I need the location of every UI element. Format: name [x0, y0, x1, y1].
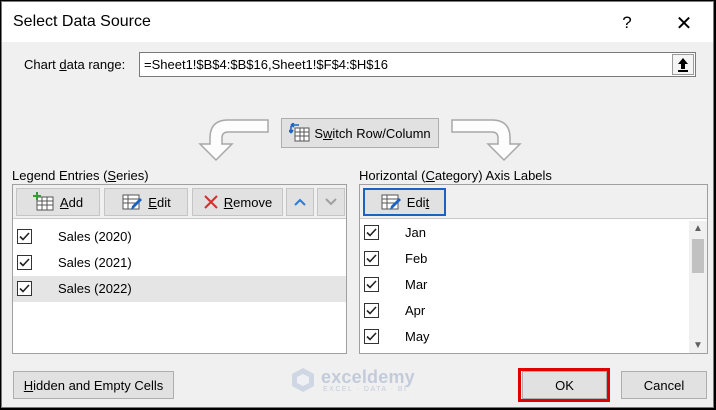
- add-table-icon: [32, 192, 54, 211]
- hidden-empty-cells-button[interactable]: Hidden and Empty Cells: [13, 371, 174, 399]
- list-item-label: Feb: [405, 251, 428, 266]
- remove-series-button[interactable]: Remove: [192, 188, 283, 216]
- move-down-button[interactable]: [317, 188, 345, 216]
- checkmark-icon: [366, 306, 377, 315]
- checkmark-icon: [366, 332, 377, 341]
- switch-row-column-label: Switch Row/Column: [314, 125, 431, 141]
- curved-right-arrow-icon: [451, 119, 522, 162]
- row-checkbox[interactable]: [364, 277, 379, 292]
- checkmark-icon: [19, 232, 30, 241]
- edit-axis-label: Edit: [406, 194, 430, 210]
- add-label: Add: [59, 194, 84, 210]
- close-icon[interactable]: ✕: [667, 8, 701, 38]
- edit-axis-icon: [381, 194, 401, 210]
- row-checkbox[interactable]: [364, 329, 379, 344]
- add-series-button[interactable]: Add: [16, 188, 100, 216]
- title-bar: Select Data Source ? ✕: [2, 2, 713, 42]
- axis-labels-label: Horizontal (Category) Axis Labels: [359, 168, 552, 183]
- remove-label: Remove: [223, 194, 273, 210]
- checkmark-icon: [366, 254, 377, 263]
- edit-axis-labels-button[interactable]: Edit: [363, 188, 446, 216]
- legend-entries-panel: Add Edit Remove Sales (2020) Sales (2021…: [12, 184, 347, 354]
- chart-data-range-input[interactable]: [140, 53, 666, 76]
- scroll-down-arrow-icon[interactable]: ▼: [693, 340, 703, 351]
- chart-data-range-label: Chart data range:: [24, 57, 126, 72]
- checkmark-icon: [19, 258, 30, 267]
- dialog-title: Select Data Source: [13, 13, 151, 30]
- remove-x-icon: [204, 195, 218, 209]
- chevron-down-icon: [325, 198, 337, 206]
- hidden-empty-cells-label: Hidden and Empty Cells: [23, 377, 164, 393]
- switch-grid-icon: [289, 123, 310, 142]
- chevron-up-icon: [294, 198, 306, 206]
- list-item[interactable]: Jan: [360, 220, 707, 246]
- row-checkbox[interactable]: [17, 255, 32, 270]
- list-item-label: Sales (2021): [58, 255, 132, 270]
- scroll-up-arrow-icon[interactable]: ▲: [693, 223, 703, 234]
- list-item-label: Sales (2022): [58, 281, 132, 296]
- edit-series-button[interactable]: Edit: [104, 188, 188, 216]
- watermark-name: exceldemy: [321, 367, 415, 387]
- list-item-label: Sales (2020): [58, 229, 132, 244]
- switch-row-column-button[interactable]: Switch Row/Column: [281, 118, 439, 148]
- ok-button[interactable]: OK: [522, 371, 607, 399]
- list-item-label: Mar: [405, 277, 428, 292]
- checkmark-icon: [366, 280, 377, 289]
- list-item[interactable]: Apr: [360, 298, 707, 324]
- scrollbar-thumb[interactable]: [692, 239, 704, 273]
- row-checkbox[interactable]: [364, 251, 379, 266]
- watermark-tagline: EXCEL · DATA · BI: [323, 386, 408, 393]
- list-item[interactable]: Feb: [360, 246, 707, 272]
- legend-entries-label: Legend Entries (Series): [12, 168, 149, 183]
- axis-labels-panel: Edit Jan Feb Mar Apr May ▲ ▼: [359, 184, 708, 354]
- edit-label: Edit: [148, 194, 171, 210]
- select-data-source-dialog: Select Data Source ? ✕ Chart data range:…: [1, 1, 714, 408]
- row-checkbox[interactable]: [17, 229, 32, 244]
- chart-data-range-field[interactable]: [139, 52, 696, 77]
- row-checkbox[interactable]: [17, 281, 32, 296]
- list-item[interactable]: Mar: [360, 272, 707, 298]
- exceldemy-watermark: exceldemy EXCEL · DATA · BI: [289, 366, 434, 394]
- edit-table-icon: [122, 194, 143, 210]
- cancel-button[interactable]: Cancel: [621, 371, 707, 399]
- move-up-button[interactable]: [286, 188, 314, 216]
- list-item[interactable]: May: [360, 324, 707, 350]
- list-item-label: Apr: [405, 303, 426, 318]
- curved-left-arrow-icon: [198, 119, 269, 162]
- axis-list-scrollbar[interactable]: ▲ ▼: [689, 221, 707, 353]
- row-checkbox[interactable]: [364, 225, 379, 240]
- list-item[interactable]: Sales (2020): [13, 224, 346, 250]
- list-item[interactable]: Sales (2022): [13, 276, 346, 302]
- list-item[interactable]: Sales (2021): [13, 250, 346, 276]
- exceldemy-logo-icon: [292, 368, 314, 392]
- list-item-label: Jan: [405, 225, 426, 240]
- checkmark-icon: [19, 284, 30, 293]
- help-button[interactable]: ?: [610, 8, 644, 38]
- legend-toolbar: Add Edit Remove: [13, 185, 346, 219]
- collapse-range-button[interactable]: [672, 54, 694, 75]
- checkmark-icon: [366, 228, 377, 237]
- row-checkbox[interactable]: [364, 303, 379, 318]
- upload-arrow-icon: [678, 58, 688, 72]
- axis-toolbar: Edit: [360, 185, 707, 219]
- list-item-label: May: [405, 329, 430, 344]
